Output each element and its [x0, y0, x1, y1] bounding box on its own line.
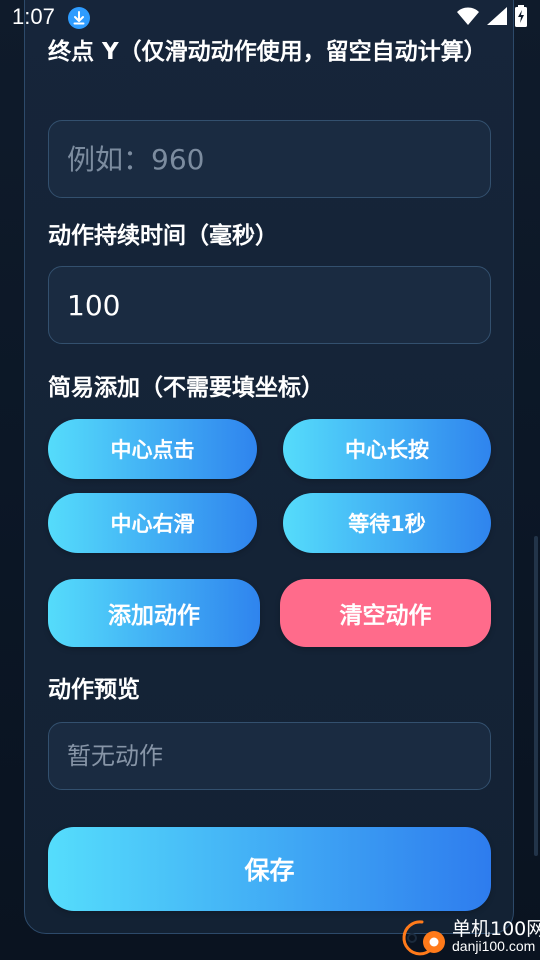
add-action-button[interactable]: 添加动作	[48, 579, 260, 647]
watermark-title: 单机100网	[452, 918, 540, 940]
center-swipe-right-button[interactable]: 中心右滑	[48, 493, 257, 553]
status-time: 1:07	[12, 4, 55, 29]
wifi-icon	[456, 6, 480, 30]
save-button[interactable]: 保存	[48, 827, 491, 911]
status-icons	[456, 5, 528, 31]
download-icon	[68, 7, 90, 29]
watermark-url: danji100.com	[452, 938, 536, 954]
end-y-input[interactable]	[67, 142, 472, 176]
wait-1s-button[interactable]: 等待1秒	[283, 493, 491, 553]
battery-icon	[514, 5, 528, 31]
scrollbar[interactable]	[534, 536, 538, 856]
preview-input[interactable]	[67, 742, 472, 770]
screen: 1:07 终点 Y（仅滑动动作使用，留空自动计算） 例如：960 动作持续时间（…	[0, 0, 540, 960]
duration-input[interactable]	[67, 288, 472, 322]
center-tap-button[interactable]: 中心点击	[48, 419, 257, 479]
duration-field[interactable]	[48, 266, 491, 344]
preview-field[interactable]	[48, 722, 491, 790]
duration-label: 动作持续时间（毫秒）	[48, 223, 278, 249]
center-long-press-button[interactable]: 中心长按	[283, 419, 491, 479]
signal-icon	[486, 6, 508, 30]
clear-actions-button[interactable]: 清空动作	[280, 579, 491, 647]
end-y-label: 终点 Y（仅滑动动作使用，留空自动计算）	[48, 39, 487, 65]
watermark-logo-icon	[392, 916, 448, 960]
status-bar: 1:07	[0, 0, 540, 36]
preview-label: 动作预览	[48, 677, 140, 703]
quick-add-label: 简易添加（不需要填坐标）	[48, 375, 324, 401]
end-y-field[interactable]	[48, 120, 491, 198]
watermark: 单机100网 danji100.com	[392, 914, 540, 958]
